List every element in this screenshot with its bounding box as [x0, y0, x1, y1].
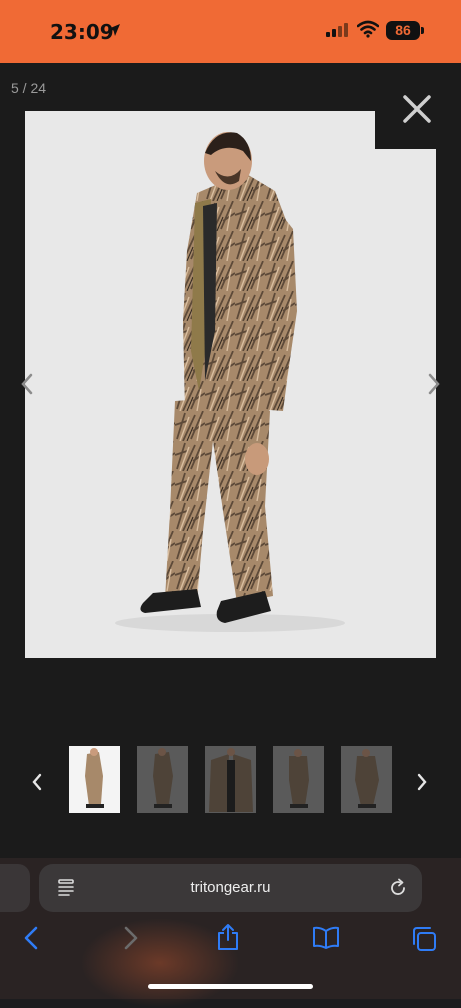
previous-tab-peek[interactable]: [0, 864, 30, 912]
thumbnails-next-icon[interactable]: [416, 773, 428, 791]
address-bar[interactable]: tritongear.ru: [39, 864, 422, 912]
browser-toolbar: tritongear.ru: [0, 858, 461, 1008]
product-photo[interactable]: [25, 111, 436, 658]
status-bar: 23:09 86: [0, 0, 461, 63]
back-icon[interactable]: [23, 926, 39, 950]
close-icon[interactable]: [396, 88, 438, 130]
battery-icon: 86: [386, 21, 420, 40]
battery-cap: [421, 27, 424, 34]
thumbnail-1[interactable]: [69, 746, 120, 813]
wifi-icon: [357, 20, 379, 38]
bookmarks-icon[interactable]: [312, 926, 340, 950]
url-text: tritongear.ru: [190, 879, 271, 896]
thumbnail-strip: [0, 743, 461, 813]
location-arrow-icon: [108, 24, 120, 36]
tabs-icon[interactable]: [411, 926, 437, 952]
thumbnail-2[interactable]: [137, 746, 188, 813]
battery-level: 86: [395, 22, 411, 38]
share-icon[interactable]: [216, 923, 240, 951]
image-gallery-viewer: 5 / 24: [0, 63, 461, 858]
status-time: 23:09: [50, 20, 114, 44]
home-indicator[interactable]: [148, 984, 313, 989]
chevron-right-icon[interactable]: [427, 373, 441, 395]
thumbnail-3[interactable]: [205, 746, 256, 813]
chevron-left-icon[interactable]: [20, 373, 34, 395]
cellular-signal-icon: [326, 23, 348, 37]
forward-icon[interactable]: [123, 926, 139, 950]
thumbnails-prev-icon[interactable]: [31, 773, 43, 791]
camo-suit-figure: [115, 132, 345, 632]
reload-icon[interactable]: [388, 878, 408, 898]
image-counter: 5 / 24: [11, 80, 47, 96]
thumbnail-5[interactable]: [341, 746, 392, 813]
thumbnail-4[interactable]: [273, 746, 324, 813]
